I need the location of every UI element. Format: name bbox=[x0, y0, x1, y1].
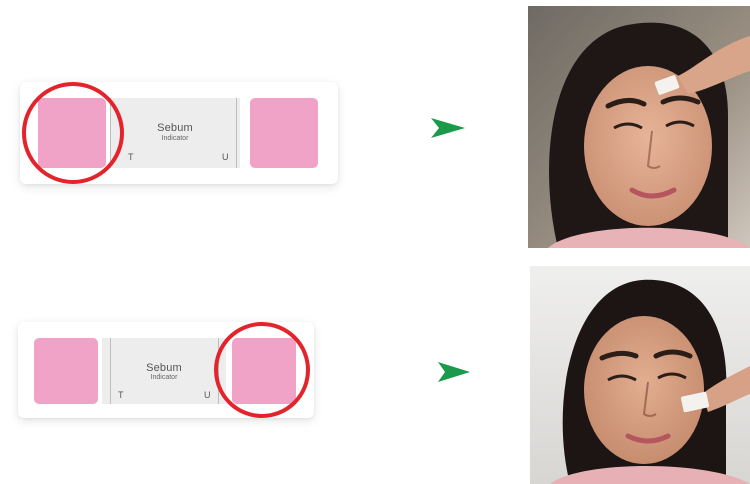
cheek-blotting-photo bbox=[530, 266, 750, 484]
strip-title: Sebum bbox=[157, 122, 193, 134]
forehead-blotting-photo bbox=[528, 6, 750, 248]
strip-subtitle: Indicator bbox=[150, 374, 178, 381]
highlight-circle-t bbox=[22, 82, 124, 184]
strip-mark-u: U bbox=[204, 390, 211, 400]
arrow-right-icon bbox=[431, 118, 465, 138]
u-zone-pad bbox=[250, 98, 318, 168]
arrow-right-icon bbox=[438, 362, 470, 382]
strip-mark-u: U bbox=[222, 152, 229, 162]
highlight-circle-u bbox=[214, 322, 310, 418]
strip-mark-t: T bbox=[128, 152, 134, 162]
strip-center-panel: Sebum Indicator T U bbox=[110, 98, 240, 168]
strip-center-panel: Sebum Indicator T U bbox=[102, 338, 226, 404]
strip-title: Sebum bbox=[146, 362, 182, 374]
strip-subtitle: Indicator bbox=[161, 135, 189, 142]
t-zone-pad bbox=[34, 338, 98, 404]
strip-mark-t: T bbox=[118, 390, 124, 400]
